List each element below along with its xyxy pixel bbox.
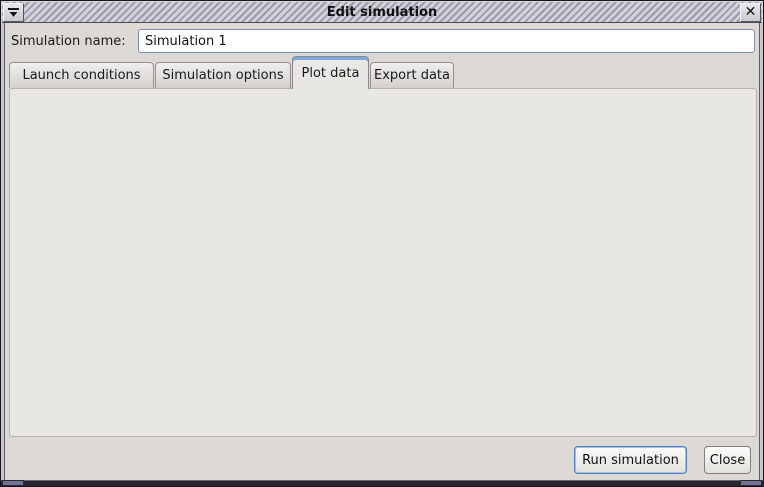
tab-label: Simulation options: [162, 68, 283, 83]
window-frame-bottom[interactable]: [1, 480, 763, 486]
resize-corner-left[interactable]: [2, 480, 24, 486]
simulation-name-label: Simulation name:: [11, 34, 126, 49]
close-icon: ✕: [745, 5, 757, 19]
window-title: Edit simulation: [25, 5, 739, 20]
window-menu-icon: [7, 7, 20, 18]
titlebar[interactable]: Edit simulation ✕: [2, 2, 762, 23]
edit-simulation-dialog: Edit simulation ✕ Simulation name: Launc…: [0, 0, 764, 487]
close-button[interactable]: Close: [704, 446, 751, 474]
tab-plot-data[interactable]: Plot data: [292, 56, 369, 89]
resize-corner-right[interactable]: [740, 480, 762, 486]
run-simulation-button[interactable]: Run simulation: [574, 446, 687, 474]
tab-launch-conditions[interactable]: Launch conditions: [9, 62, 154, 88]
tab-export-data[interactable]: Export data: [370, 62, 454, 88]
tab-simulation-options[interactable]: Simulation options: [155, 62, 291, 88]
tab-label: Launch conditions: [22, 68, 140, 83]
window-frame-left[interactable]: [1, 23, 5, 480]
window-menu-button[interactable]: [3, 3, 24, 22]
window-frame-right[interactable]: [759, 23, 763, 480]
window-close-button[interactable]: ✕: [740, 3, 761, 22]
plot-data-panel: [9, 88, 757, 437]
simulation-name-input[interactable]: [138, 29, 755, 53]
tab-label: Export data: [374, 68, 450, 83]
tab-label: Plot data: [302, 66, 360, 81]
